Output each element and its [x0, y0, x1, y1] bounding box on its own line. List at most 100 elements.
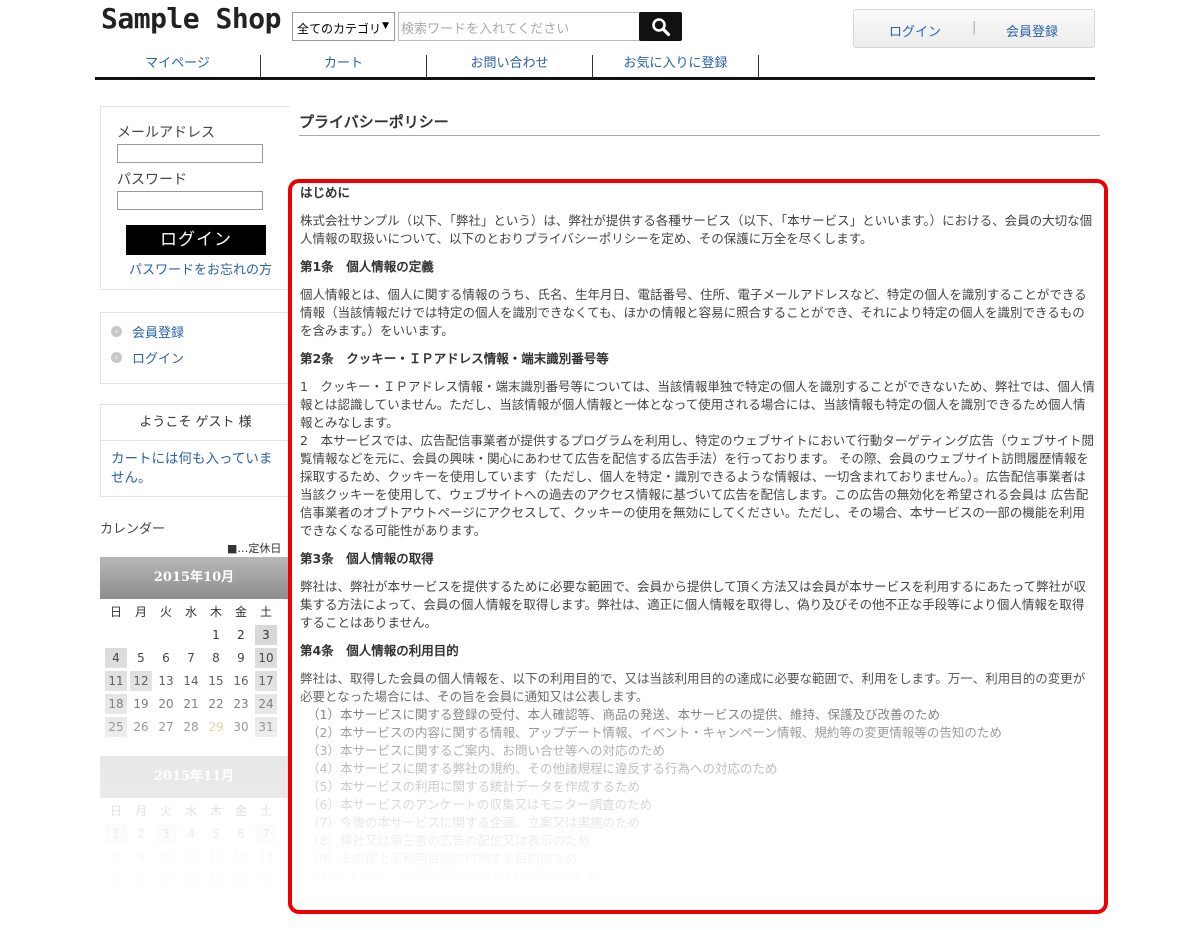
article4-text: 弊社は、取得した会員の個人情報を、以下の利用目的で、又は当該利用目的の達成に必要… [300, 671, 1086, 704]
calendar-weekday: 日 [109, 605, 122, 619]
calendar-day: 12 [208, 850, 224, 864]
search-icon [651, 17, 670, 36]
calendar-day: 19 [208, 873, 224, 887]
calendar-weekday: 月 [134, 804, 147, 818]
password-label: パスワード [117, 172, 187, 188]
nav-mypage[interactable]: マイページ [95, 55, 261, 77]
calendar-day: 23 [233, 697, 249, 711]
calendar-day: 14 [258, 850, 274, 864]
calendar-day: 18 [105, 694, 127, 714]
nav-cart[interactable]: カート [261, 55, 427, 77]
purpose-list-item: （2）本サービスの内容に関する情報、アップデート情報、イベント・キャンペーン情報… [307, 725, 1002, 740]
category-select-value: 全てのカテゴリ [297, 22, 382, 36]
sidebar-item-login[interactable]: › ログイン [111, 348, 184, 367]
article2-paragraph-1: 1 クッキー・ＩＰアドレス情報・端末識別番号等については、当該情報単独で特定の個… [300, 379, 1095, 430]
intro-text: 株式会社サンプル（以下、「弊社」という）は、弊社が提供する各種サービス（以下、「… [300, 213, 1093, 246]
holiday-note: ■…定休日 [227, 542, 282, 555]
calendar-day: 5 [137, 651, 145, 665]
calendar-day: 1 [105, 824, 127, 844]
calendar-day: 9 [137, 850, 145, 864]
sidebar-item-register[interactable]: › 会員登録 [111, 322, 184, 341]
calendar-day: 6 [162, 651, 170, 665]
calendar-weekday: 月 [134, 605, 147, 619]
calendar-day: 9 [237, 651, 245, 665]
auth-box: ログイン | 会員登録 [853, 9, 1095, 48]
calendar-day: 10 [158, 850, 174, 864]
calendar-day: 21 [258, 873, 274, 887]
password-field[interactable] [117, 191, 263, 210]
article3-text: 弊社は、弊社が本サービスを提供するために必要な範囲で、会員から提供して頂く方法又… [300, 579, 1087, 630]
calendar-day: 15 [208, 674, 224, 688]
calendar-day: 12 [130, 671, 152, 691]
article2-paragraph-2: 2 本サービスでは、広告配信事業者が提供するプログラムを利用し、特定のウェブサイ… [300, 433, 1094, 538]
calendar-day: 11 [183, 850, 199, 864]
chevron-right-icon: › [111, 326, 122, 337]
intro-heading: はじめに [300, 185, 351, 200]
calendar-weekday: 金 [234, 804, 247, 818]
calendar-day: 17 [158, 873, 174, 887]
purpose-list-item: （6）本サービスのアンケートの収集又はモニター調査のため [307, 797, 652, 812]
calendar-day: 31 [255, 717, 277, 737]
calendar-day: 4 [105, 648, 127, 668]
purpose-list-item: （5）本サービスの利用に関する統計データを作成するため [307, 779, 640, 794]
login-button[interactable]: ログイン [126, 225, 266, 255]
calendar-day: 7 [187, 651, 195, 665]
policy-content: はじめに 株式会社サンプル（以下、「弊社」という）は、弊社が提供する各種サービス… [300, 184, 1095, 886]
calendar-day: 30 [233, 720, 249, 734]
calendar-weekday: 金 [234, 605, 247, 619]
calendar-day: 15 [108, 873, 124, 887]
calendar-day: 20 [233, 873, 249, 887]
calendar-day: 5 [212, 827, 220, 841]
purpose-list-item: （8）弊社又は第三者の広告の配信又は表示のため [307, 833, 590, 848]
purpose-list-item: （7）今後の本サービスに関する企画、立案又は実施のため [307, 815, 640, 830]
calendar-weekday: 木 [209, 605, 222, 619]
calendar-day: 20 [158, 697, 174, 711]
search-input[interactable]: 検索ワードを入れてください [398, 12, 640, 41]
search-button[interactable] [639, 12, 682, 41]
calendar-weekday: 火 [159, 804, 172, 818]
calendar-day: 26 [133, 720, 149, 734]
calendar-day: 18 [183, 873, 199, 887]
calendar-day: 17 [255, 671, 277, 691]
calendar-weekday: 日 [109, 804, 122, 818]
calendar-label: カレンダー [100, 522, 166, 537]
auth-separator: | [972, 20, 977, 35]
calendar-weekday: 水 [184, 605, 197, 619]
purpose-list-item: （1）本サービスに関する登録の受付、本人確認等、商品の発送、本サービスの提供、維… [307, 707, 940, 722]
calendar-day: 21 [183, 697, 199, 711]
header-register-link[interactable]: 会員登録 [1006, 21, 1058, 40]
category-select[interactable]: 全てのカテゴリ ▼ [292, 12, 395, 41]
login-panel: メールアドレス パスワード ログイン パスワードをお忘れの方 [100, 106, 290, 290]
chevron-right-icon: › [111, 352, 122, 363]
article1-text: 個人情報とは、個人に関する情報のうち、氏名、生年月日、電話番号、住所、電子メール… [300, 287, 1087, 338]
purpose-list-item: （3）本サービスに関するご案内、お問い合せ等への対応のため [307, 743, 665, 758]
shop-logo[interactable]: Sample Shop [101, 2, 281, 35]
member-panel: › 会員登録 › ログイン [100, 312, 290, 384]
calendar-day: 14 [183, 674, 199, 688]
calendar-day: 3 [255, 625, 277, 645]
forgot-password-link[interactable]: パスワードをお忘れの方 [129, 259, 272, 278]
calendar-day: 8 [112, 850, 120, 864]
article1-heading: 第1条 個人情報の定義 [300, 259, 434, 274]
calendar-day: 16 [133, 873, 149, 887]
calendar-day: 25 [105, 717, 127, 737]
calendar-day: 2 [137, 827, 145, 841]
cart-status-link[interactable]: カートには何も入っていません。 [101, 441, 290, 488]
calendar-day: 22 [208, 697, 224, 711]
calendar-day: 3 [155, 824, 177, 844]
nav-favorite[interactable]: お気に入りに登録 [593, 55, 759, 77]
nav-contact[interactable]: お問い合わせ [427, 55, 593, 77]
dropdown-arrow-icon: ▼ [382, 21, 389, 31]
calendar-weekday: 火 [159, 605, 172, 619]
purpose-list-item: （4）本サービスに関する弊社の規約、その他諸規程に違反する行為への対応のため [307, 761, 778, 776]
email-field[interactable] [117, 144, 263, 163]
calendar-day: 27 [158, 720, 174, 734]
email-label: メールアドレス [117, 125, 215, 141]
calendar-day: 2 [237, 628, 245, 642]
header-login-link[interactable]: ログイン [889, 21, 941, 40]
calendar-day: 10 [255, 648, 277, 668]
purpose-list-item: （10）その他、上記利用目的に付随する目的のため [307, 869, 598, 884]
calendar-day: 4 [187, 827, 195, 841]
calendar-day: 11 [105, 671, 127, 691]
calendar-day: 6 [237, 827, 245, 841]
